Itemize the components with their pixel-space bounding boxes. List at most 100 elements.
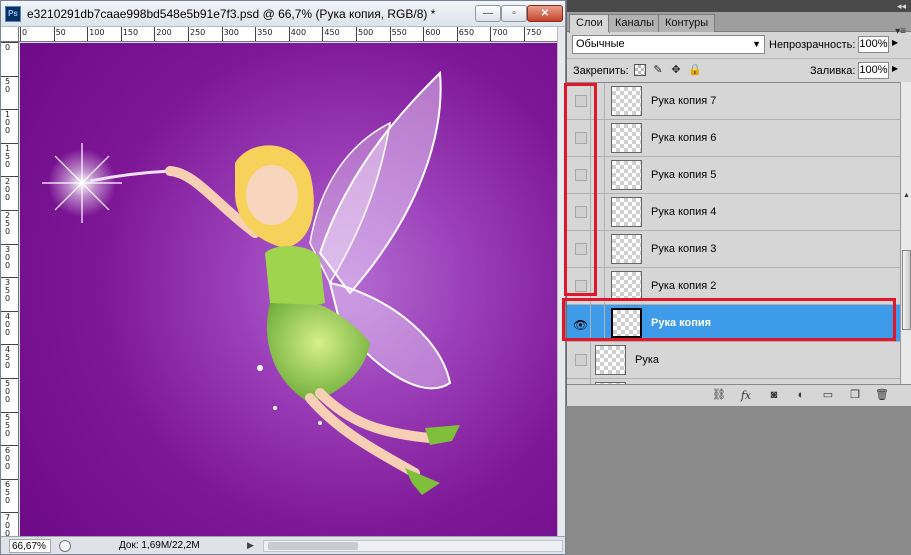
layer-visibility-toggle[interactable] [569, 231, 591, 267]
visibility-empty-icon [575, 95, 587, 107]
layer-row[interactable]: Рука копия 4 [567, 194, 900, 231]
ruler-tick [1, 310, 18, 312]
close-button[interactable]: ✕ [527, 5, 563, 22]
status-info-icon[interactable] [59, 540, 71, 552]
layer-visibility-toggle[interactable] [569, 194, 591, 230]
tab-paths[interactable]: Контуры [658, 14, 716, 32]
fill-field[interactable]: 100% [858, 62, 889, 79]
ruler-tick [1, 176, 18, 178]
tab-channels[interactable]: Каналы [608, 14, 662, 32]
opacity-slider-arrow-icon[interactable]: ▶ [892, 38, 898, 47]
layer-thumbnail[interactable] [595, 345, 626, 375]
layer-name[interactable]: Рука копия 7 [651, 95, 716, 107]
ruler-tick-label: 200 [156, 28, 172, 37]
zoom-field[interactable]: 66,67% [9, 539, 51, 553]
layer-visibility-toggle[interactable] [569, 342, 591, 378]
ruler-tick [1, 411, 18, 413]
ruler-tick-label: 50 [55, 28, 66, 37]
ruler-tick [1, 42, 18, 43]
ruler-tick-label: 250 [190, 28, 206, 37]
layer-row[interactable]: 👁 Рука копия [567, 305, 900, 342]
link-icon[interactable]: ⛓ [712, 389, 726, 402]
layer-thumbnail[interactable] [611, 271, 642, 301]
layer-row[interactable]: Рука копия 5 [567, 157, 900, 194]
layer-thumbnail[interactable] [611, 234, 642, 264]
adjustment-icon[interactable]: ◐ [794, 389, 808, 402]
tab-layers[interactable]: Слои [569, 14, 610, 33]
panel-top-bar[interactable]: ◂◂ [567, 0, 911, 12]
trash-icon[interactable]: 🗑 [875, 389, 889, 402]
blend-mode-select[interactable]: Обычные ▼ [572, 35, 765, 54]
clipping-indicator [591, 157, 605, 193]
layer-name[interactable]: Рука копия [651, 317, 711, 329]
layer-name[interactable]: Рука [635, 354, 659, 366]
ruler-tick-label: 600 [425, 28, 441, 37]
scroll-up-arrow-icon[interactable]: ▲ [903, 192, 910, 199]
shoe-right [425, 425, 460, 445]
new-layer-icon[interactable]: ❐ [848, 389, 862, 402]
layer-row[interactable]: Рука копия 7 [567, 83, 900, 120]
layer-visibility-toggle[interactable]: 👁 [569, 305, 591, 341]
visibility-empty-icon [575, 132, 587, 144]
ruler-origin[interactable] [1, 27, 19, 42]
layer-row[interactable]: Рука копия 6 [567, 120, 900, 157]
lock-pixels-icon[interactable]: ✎ [652, 64, 664, 76]
sparkle [318, 421, 322, 425]
layer-visibility-toggle[interactable] [569, 83, 591, 119]
horizontal-ruler[interactable]: 0 50 100 150 200 250 300 350 400 450 500 550 600 650 7… [19, 27, 557, 42]
ruler-tick-label: 200 [5, 177, 11, 203]
minimize-button[interactable]: — [475, 5, 501, 22]
lock-all-icon[interactable]: 🔒 [688, 64, 702, 76]
photoshop-logo-icon: Ps [5, 6, 21, 22]
layer-name[interactable]: Рука копия 5 [651, 169, 716, 181]
lock-label: Закрепить: [573, 65, 629, 77]
layer-row[interactable]: Рука копия 3 [567, 231, 900, 268]
layer-thumbnail[interactable] [611, 123, 642, 153]
layer-thumbnail[interactable] [611, 86, 642, 116]
fairy-illustration [42, 70, 460, 495]
layer-name[interactable]: Рука копия 6 [651, 132, 716, 144]
maximize-button[interactable]: ▫ [501, 5, 527, 22]
canvas[interactable] [20, 43, 557, 536]
ruler-tick-label: 400 [5, 311, 11, 337]
layer-name[interactable]: Рука копия 4 [651, 206, 716, 218]
horizontal-scrollbar-thumb[interactable] [268, 542, 358, 550]
layer-visibility-toggle[interactable] [569, 120, 591, 156]
layer-name[interactable]: Рука копия 3 [651, 243, 716, 255]
layer-visibility-toggle[interactable] [569, 268, 591, 304]
layer-visibility-toggle[interactable] [569, 157, 591, 193]
group-icon[interactable]: ▭ [821, 389, 835, 402]
clipping-indicator [591, 194, 605, 230]
layer-thumbnail[interactable] [611, 308, 642, 338]
sparkle [257, 365, 263, 371]
layer-name[interactable]: Рука копия 2 [651, 280, 716, 292]
ruler-tick [524, 27, 525, 41]
collapse-panel-icon[interactable]: ◂◂ [897, 0, 906, 12]
vertical-scrollbar[interactable] [557, 27, 565, 536]
ruler-tick-label: 500 [358, 28, 374, 37]
layer-thumbnail[interactable] [611, 160, 642, 190]
ruler-tick-label: 50 [5, 76, 11, 94]
layer-list-scrollbar-thumb[interactable] [902, 250, 911, 330]
horizontal-scrollbar[interactable] [263, 540, 563, 552]
clipping-indicator [591, 83, 605, 119]
ruler-tick-label: 600 [5, 446, 11, 472]
fill-slider-arrow-icon[interactable]: ▶ [892, 64, 898, 73]
ruler-tick [1, 75, 18, 77]
status-menu-arrow-icon[interactable]: ▶ [247, 540, 254, 551]
sparkle [273, 406, 277, 410]
fx-icon[interactable]: fx [739, 389, 753, 402]
lock-transparency-icon[interactable] [634, 64, 646, 76]
ruler-tick-label: 0 [22, 28, 28, 37]
layer-row[interactable]: Рука копия 2 [567, 268, 900, 305]
layer-row[interactable]: Рука [567, 342, 900, 379]
layer-list-scrollbar[interactable]: ▲ [900, 82, 911, 384]
mask-icon[interactable]: ◙ [767, 389, 781, 402]
vertical-ruler[interactable]: 0 50 100 150 200 250 300 350 400 450 500 550 600 650 7… [1, 42, 19, 536]
document-window: Ps e3210291db7caae998bd548e5b91e7f3.psd … [0, 0, 566, 555]
layer-thumbnail[interactable] [611, 197, 642, 227]
ruler-tick [120, 27, 122, 41]
lock-position-icon[interactable]: ✥ [670, 64, 682, 76]
opacity-field[interactable]: 100% [858, 36, 889, 53]
document-title-bar[interactable]: Ps e3210291db7caae998bd548e5b91e7f3.psd … [1, 1, 565, 27]
